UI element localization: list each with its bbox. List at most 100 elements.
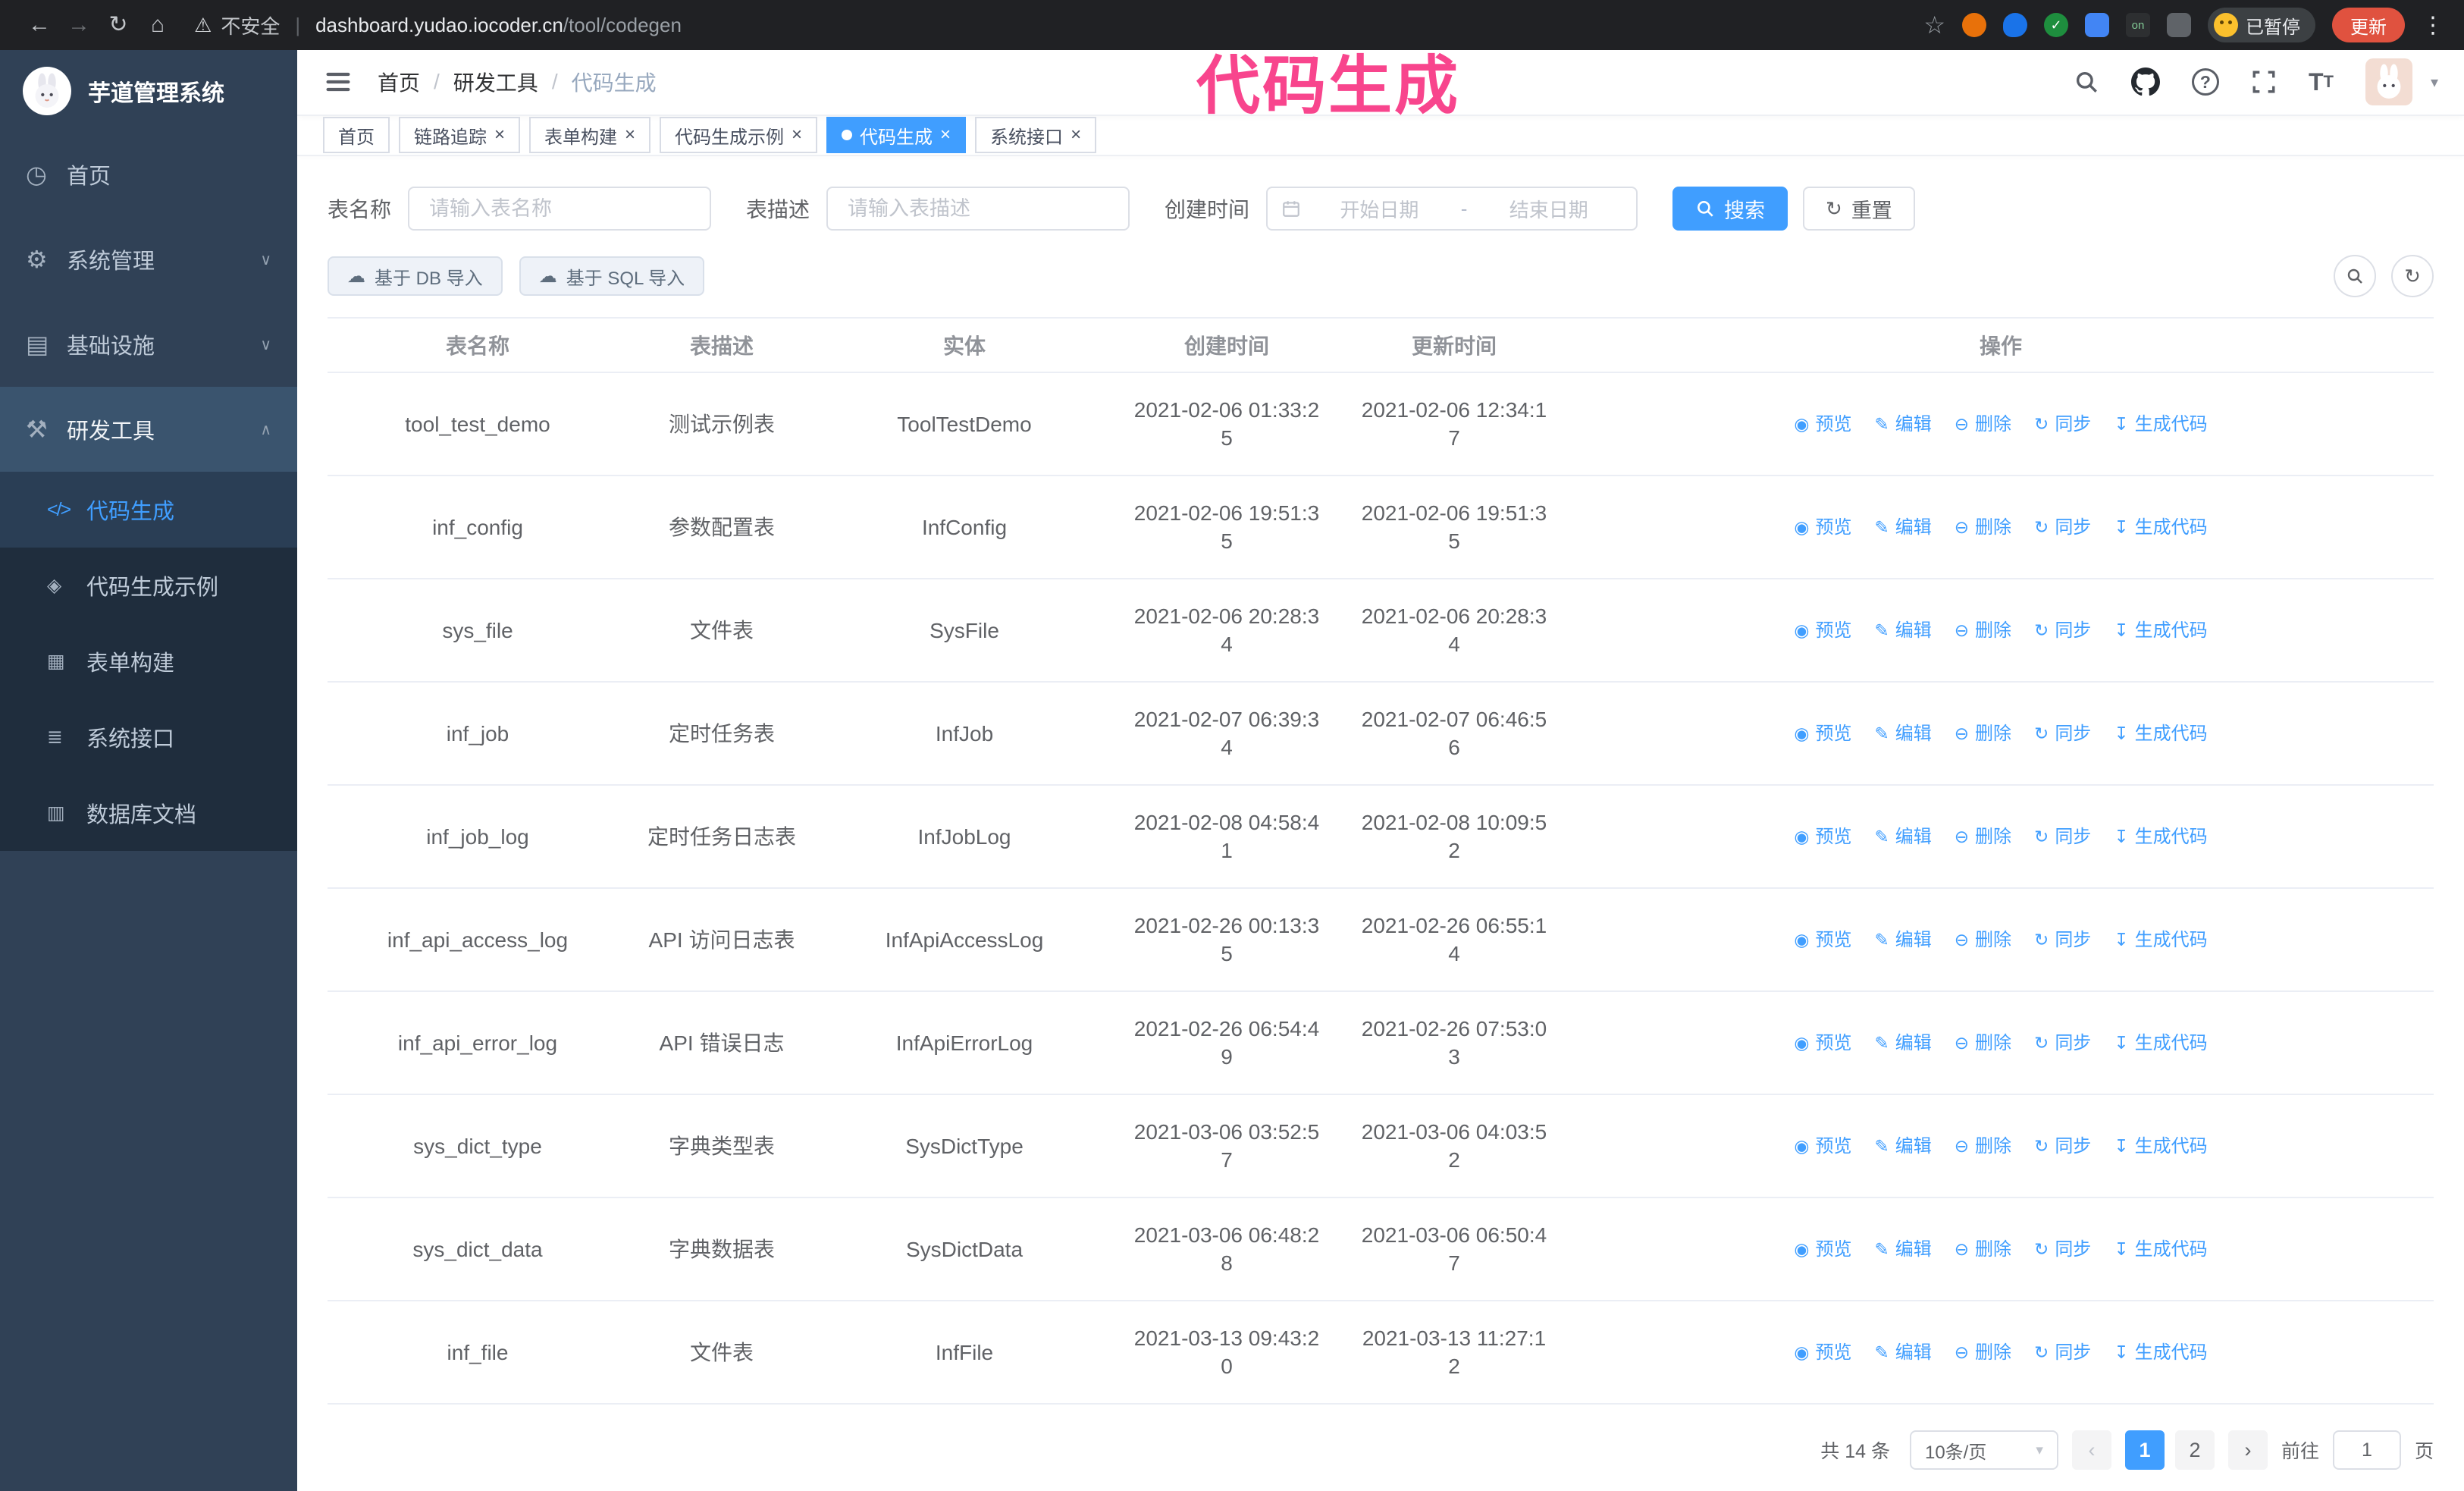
- search-button[interactable]: 搜索: [1672, 187, 1788, 231]
- action-sync[interactable]: ↻ 同步: [2034, 513, 2091, 541]
- app-logo[interactable]: 芋道管理系统: [0, 50, 297, 132]
- sidebar-subitem-form-builder[interactable]: ▦ 表单构建: [0, 623, 297, 699]
- font-size-icon[interactable]: TT: [2309, 68, 2334, 96]
- action-generate[interactable]: ↧ 生成代码: [2114, 617, 2207, 645]
- back-icon[interactable]: ←: [20, 0, 59, 50]
- start-date-placeholder[interactable]: 开始日期: [1306, 195, 1453, 223]
- action-edit[interactable]: ✎ 编辑: [1874, 410, 1931, 438]
- action-edit[interactable]: ✎ 编辑: [1874, 513, 1931, 541]
- action-preview[interactable]: ◉ 预览: [1794, 926, 1851, 954]
- import-sql-button[interactable]: ☁ 基于 SQL 导入: [519, 256, 705, 296]
- action-delete[interactable]: ⊖ 删除: [1955, 1235, 2011, 1263]
- breadcrumb-item[interactable]: 研发工具: [453, 67, 538, 97]
- action-preview[interactable]: ◉ 预览: [1794, 720, 1851, 748]
- close-icon[interactable]: ×: [625, 126, 635, 144]
- tab-home[interactable]: 首页: [323, 117, 390, 154]
- action-generate[interactable]: ↧ 生成代码: [2114, 1029, 2207, 1057]
- action-generate[interactable]: ↧ 生成代码: [2114, 926, 2207, 954]
- action-generate[interactable]: ↧ 生成代码: [2114, 1235, 2207, 1263]
- tab-system-api[interactable]: 系统接口 ×: [975, 117, 1097, 154]
- table-name-input[interactable]: [408, 187, 712, 231]
- user-avatar[interactable]: [2365, 58, 2412, 106]
- goto-page-input[interactable]: [2332, 1430, 2401, 1470]
- extension-icon-3[interactable]: [2085, 13, 2109, 37]
- extension-check-icon[interactable]: ✓: [2044, 13, 2068, 37]
- action-generate[interactable]: ↧ 生成代码: [2114, 1339, 2207, 1367]
- action-edit[interactable]: ✎ 编辑: [1874, 1132, 1931, 1160]
- address-bar[interactable]: ⚠ 不安全 | dashboard.yudao.iocoder.cn/tool/…: [194, 11, 682, 39]
- action-edit[interactable]: ✎ 编辑: [1874, 926, 1931, 954]
- action-generate[interactable]: ↧ 生成代码: [2114, 823, 2207, 851]
- extensions-puzzle-icon[interactable]: [2167, 13, 2191, 37]
- security-label[interactable]: 不安全: [221, 11, 280, 39]
- close-icon[interactable]: ×: [792, 126, 802, 144]
- tab-link-tracing[interactable]: 链路追踪 ×: [399, 117, 521, 154]
- fullscreen-icon[interactable]: [2251, 69, 2277, 95]
- sidebar-item-system-management[interactable]: ⚙ 系统管理 ∨: [0, 217, 297, 302]
- bookmark-star-icon[interactable]: ☆: [1923, 11, 1945, 39]
- action-delete[interactable]: ⊖ 删除: [1955, 1339, 2011, 1367]
- action-preview[interactable]: ◉ 预览: [1794, 513, 1851, 541]
- reset-button[interactable]: ↻ 重置: [1803, 187, 1915, 231]
- tab-codegen[interactable]: 代码生成 ×: [826, 117, 967, 154]
- action-edit[interactable]: ✎ 编辑: [1874, 720, 1931, 748]
- action-delete[interactable]: ⊖ 删除: [1955, 926, 2011, 954]
- browser-menu-icon[interactable]: ⋮: [2422, 12, 2444, 39]
- prev-page-button[interactable]: ‹: [2071, 1430, 2111, 1470]
- sidebar-subitem-codegen[interactable]: </> 代码生成: [0, 472, 297, 548]
- end-date-placeholder[interactable]: 结束日期: [1475, 195, 1622, 223]
- search-icon[interactable]: [2074, 69, 2099, 95]
- action-edit[interactable]: ✎ 编辑: [1874, 823, 1931, 851]
- action-delete[interactable]: ⊖ 删除: [1955, 410, 2011, 438]
- action-sync[interactable]: ↻ 同步: [2034, 720, 2091, 748]
- home-icon[interactable]: ⌂: [138, 0, 177, 50]
- reload-icon[interactable]: ↻: [99, 0, 138, 50]
- page-size-select[interactable]: 10条/页 ▾: [1909, 1430, 2058, 1470]
- action-delete[interactable]: ⊖ 删除: [1955, 823, 2011, 851]
- action-delete[interactable]: ⊖ 删除: [1955, 720, 2011, 748]
- action-preview[interactable]: ◉ 预览: [1794, 1132, 1851, 1160]
- action-edit[interactable]: ✎ 编辑: [1874, 1235, 1931, 1263]
- update-browser-button[interactable]: 更新: [2332, 8, 2405, 42]
- next-page-button[interactable]: ›: [2227, 1430, 2268, 1470]
- toggle-search-button[interactable]: [2334, 255, 2376, 297]
- hamburger-icon[interactable]: [323, 67, 353, 97]
- action-generate[interactable]: ↧ 生成代码: [2114, 513, 2207, 541]
- action-generate[interactable]: ↧ 生成代码: [2114, 720, 2207, 748]
- breadcrumb-item[interactable]: 首页: [378, 67, 420, 97]
- action-sync[interactable]: ↻ 同步: [2034, 823, 2091, 851]
- action-preview[interactable]: ◉ 预览: [1794, 1235, 1851, 1263]
- paused-pill[interactable]: 已暂停: [2208, 8, 2315, 42]
- chevron-down-icon[interactable]: ▾: [2431, 73, 2438, 92]
- sidebar-subitem-database-doc[interactable]: ▥ 数据库文档: [0, 775, 297, 851]
- action-preview[interactable]: ◉ 预览: [1794, 1339, 1851, 1367]
- sidebar-item-dev-tools[interactable]: ⚒ 研发工具 ∧: [0, 387, 297, 472]
- action-sync[interactable]: ↻ 同步: [2034, 410, 2091, 438]
- sidebar-item-infrastructure[interactable]: ▤ 基础设施 ∨: [0, 302, 297, 387]
- sidebar-subitem-codegen-example[interactable]: ◈ 代码生成示例: [0, 548, 297, 623]
- sidebar-subitem-system-api[interactable]: ≣ 系统接口: [0, 699, 297, 775]
- github-icon[interactable]: [2130, 67, 2160, 96]
- action-edit[interactable]: ✎ 编辑: [1874, 1339, 1931, 1367]
- action-sync[interactable]: ↻ 同步: [2034, 1132, 2091, 1160]
- action-sync[interactable]: ↻ 同步: [2034, 926, 2091, 954]
- page-button-1[interactable]: 1: [2124, 1430, 2165, 1470]
- page-button-2[interactable]: 2: [2174, 1430, 2215, 1470]
- action-delete[interactable]: ⊖ 删除: [1955, 513, 2011, 541]
- action-sync[interactable]: ↻ 同步: [2034, 1339, 2091, 1367]
- extension-icon-1[interactable]: [1962, 13, 1986, 37]
- action-sync[interactable]: ↻ 同步: [2034, 1029, 2091, 1057]
- action-delete[interactable]: ⊖ 删除: [1955, 1132, 2011, 1160]
- breadcrumb-item[interactable]: 代码生成: [572, 67, 657, 97]
- action-preview[interactable]: ◉ 预览: [1794, 1029, 1851, 1057]
- action-preview[interactable]: ◉ 预览: [1794, 617, 1851, 645]
- action-delete[interactable]: ⊖ 删除: [1955, 1029, 2011, 1057]
- sidebar-item-home[interactable]: ◷ 首页: [0, 132, 297, 217]
- action-edit[interactable]: ✎ 编辑: [1874, 1029, 1931, 1057]
- import-db-button[interactable]: ☁ 基于 DB 导入: [328, 256, 503, 296]
- close-icon[interactable]: ×: [1071, 126, 1081, 144]
- extension-on-badge[interactable]: on: [2126, 13, 2150, 37]
- action-edit[interactable]: ✎ 编辑: [1874, 617, 1931, 645]
- action-generate[interactable]: ↧ 生成代码: [2114, 410, 2207, 438]
- tab-codegen-example[interactable]: 代码生成示例 ×: [660, 117, 818, 154]
